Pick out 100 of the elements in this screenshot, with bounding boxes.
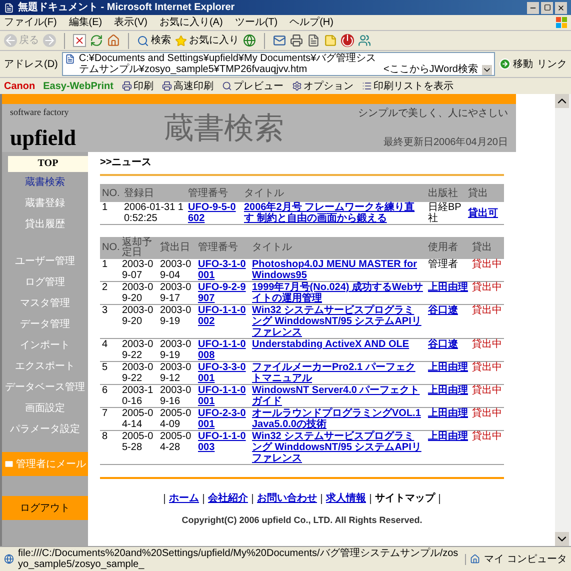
title-link[interactable]: WindowsNT Server4.0 パーフェクトガイド [252,385,424,407]
close-icon [557,4,565,12]
status-link[interactable]: 貸出可 [468,208,502,218]
footer-link[interactable]: ホーム [169,491,199,506]
print-toolbar-button[interactable]: オプション [292,78,354,94]
go-button[interactable]: 移動 [499,56,533,72]
id-link[interactable]: UFO-9-2-9907 [198,282,248,304]
print-toolbar-button[interactable]: 印刷 [122,78,154,94]
user-link[interactable]: 上田由理 [428,282,468,293]
power-icon[interactable] [341,34,354,47]
favorites-button[interactable]: お気に入り [175,33,239,48]
user-link[interactable]: 上田由理 [428,362,468,373]
user-link[interactable]: 谷口遼 [428,305,468,316]
maximize-button[interactable] [541,2,553,14]
status-text: 貸出中 [470,430,504,464]
table-cell: 2006-01-31 10:52:25 [122,202,186,224]
title-link[interactable]: Photoshop4.0J MENU MASTER for Windows95 [252,259,424,281]
sidebar-link[interactable]: 蔵書検索 [2,172,88,193]
menu-item[interactable]: ツール(T) [234,18,278,28]
footer-link[interactable]: 求人情報 [326,491,366,506]
table-cell: 1 [100,259,120,282]
title-link[interactable]: Win32 システムサービスプログラミング WinddowsNT/95 システムAPIリファレンス [252,305,424,338]
footer-link[interactable]: 会社紹介 [208,491,248,506]
id-link[interactable]: UFO-9-5-0602 [188,202,240,224]
table-cell: 7 [100,408,120,430]
sidebar-top-link[interactable]: TOP [8,156,88,172]
status-text: 貸出中 [470,384,504,408]
print-toolbar-button[interactable]: 印刷リストを表示 [362,78,454,94]
refresh-icon[interactable] [90,34,103,47]
id-link[interactable]: UFO-1-1-0003 [198,431,248,453]
user-link[interactable]: 上田由理 [428,408,468,419]
user-link[interactable]: 谷口遼 [428,339,468,350]
user-link[interactable]: 上田由理 [428,431,468,442]
scrollbar[interactable] [555,94,571,546]
star-icon [175,34,187,46]
title-link[interactable]: Win32 システムサービスプログラミング WinddowsNT/95 システムAPIリファレンス [252,431,424,464]
menu-item[interactable]: 編集(E) [68,18,102,28]
users-icon[interactable] [358,34,371,47]
id-link[interactable]: UFO-1-1-0002 [198,305,248,327]
id-link[interactable]: UFO-2-3-0001 [198,408,248,430]
section-heading: >>ニュース [100,156,153,170]
table-cell: 2003-09-20 [120,282,158,304]
status-url: file:///C:/Documents%20and%20Settings/upfield/My%20Documents/バグ管理システムサンプル/zosyo_sample5/zosyo_sample_ [18,548,460,570]
status-text: 貸出中 [470,259,504,282]
table-cell: 2005-05-28 [120,430,158,464]
address-field[interactable]: C:¥Documents and Settings¥upfield¥My Documents¥バグ管理システムサンプル¥zosyo_sample5¥TMP26fvauqjvv.htm <ここからJWord検索 [62,52,495,76]
address-label: アドレス(D) [4,58,58,72]
status-text: 貸出中 [470,362,504,384]
home-icon[interactable] [107,34,120,47]
column-header: 出版社 [426,184,466,202]
scroll-down-icon[interactable] [555,532,569,546]
column-header: 管理番号 [186,184,242,202]
id-link[interactable]: UFO-3-3-0001 [198,362,248,384]
dropdown-icon[interactable] [482,65,492,75]
table-cell: 2003-09-22 [120,338,158,362]
scroll-up-icon[interactable] [555,94,569,108]
title-link[interactable]: Understabding ActiveX AND OLE [252,339,424,350]
id-link[interactable]: UFO-1-1-0008 [198,339,248,361]
column-header: 貸出 [470,237,504,259]
user-name: 管理者 [428,259,458,270]
printer-icon[interactable] [290,34,303,47]
table-cell: 5 [100,362,120,384]
title-link[interactable]: 1999年7月号(No.024) 成功するWebサイトの運用管理 [252,282,424,304]
print-toolbar-button[interactable]: プレビュー [222,78,284,94]
table-cell: 2003-10-16 [120,384,158,408]
company-tagline: software factory [10,106,70,119]
menu-item[interactable]: 表示(V) [114,18,148,28]
table-cell: 3 [100,304,120,338]
title-link[interactable]: ファイルメーカーPro2.1 パーフェクトマニュアル [252,362,424,384]
print-toolbar-button[interactable]: 高速印刷 [162,78,214,94]
title-link[interactable]: 2006年2月号 フレームワークを練り直す 制約と自由の画面から鍛える [244,202,424,224]
table-cell: 日経BP社 [426,202,466,224]
menu-item[interactable]: お気に入り(A) [159,18,223,28]
slogan: シンプルで美しく、人にやさしい [358,106,508,121]
minimize-button[interactable] [527,2,539,14]
links-button[interactable]: リンク [537,56,567,72]
search-button[interactable]: 検索 [137,33,171,48]
go-icon [499,58,511,70]
id-link[interactable]: UFO-1-1-0001 [198,385,248,407]
table-cell: 2005-04-14 [120,408,158,430]
stop-icon[interactable] [73,34,86,47]
menu-item[interactable]: ヘルプ(H) [290,18,334,28]
footer-link[interactable]: お問い合わせ [257,491,317,506]
id-link[interactable]: UFO-3-1-0001 [198,259,248,281]
column-header: NO. [100,237,120,259]
table-cell: 4 [100,338,120,362]
product-menu[interactable]: Easy-WebPrint [43,78,114,94]
address-hint: <ここからJWord検索 [383,64,478,75]
footer-link[interactable]: サイトマップ [375,491,435,506]
status-text: 貸出中 [470,338,504,362]
search-icon [137,34,149,46]
title-link[interactable]: オールラウンドプログラミングVOL.1 Java5.0.0の技術 [252,408,424,430]
mail-icon[interactable] [273,34,286,47]
logout-button[interactable]: ログアウト [2,496,88,520]
close-button[interactable] [555,2,567,14]
user-link[interactable]: 上田由理 [428,385,468,396]
menu-item[interactable]: ファイル(F) [4,18,57,28]
column-header: 管理番号 [196,237,250,259]
table-cell: 2003-09-16 [158,384,196,408]
maximize-icon [544,4,550,11]
